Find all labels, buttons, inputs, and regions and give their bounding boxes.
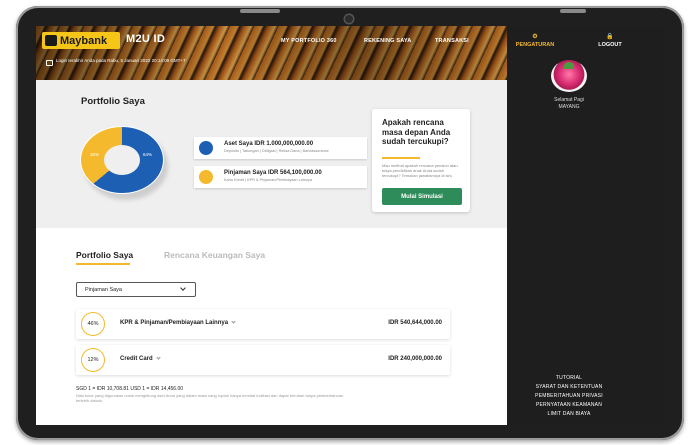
donut-hole bbox=[104, 145, 140, 175]
lock-icon: 🔒 bbox=[606, 34, 614, 40]
tiger-logo-icon bbox=[45, 35, 57, 46]
chevron-down-icon[interactable] bbox=[231, 319, 236, 324]
simulation-promo-card: Apakah rencana masa depan Anda sudah ter… bbox=[372, 109, 470, 212]
filter-selected-value: Pinjaman Saya bbox=[85, 287, 122, 293]
settings-label: PENGATURAN bbox=[515, 42, 555, 48]
link-terms[interactable]: SYARAT DAN KETENTUAN bbox=[507, 384, 631, 390]
header-banner: Maybank M2U ID MY PORTFOLIO 360 REKENING… bbox=[36, 26, 507, 80]
chevron-down-icon bbox=[180, 285, 186, 291]
list-item[interactable]: 12% Credit Card IDR 240,000,000.00 bbox=[76, 345, 450, 375]
app-name: M2U ID bbox=[126, 33, 166, 45]
loans-summary-card[interactable]: Pinjaman Saya IDR 564,100,000.00 Kartu K… bbox=[194, 166, 367, 188]
tab-financial-plan[interactable]: Rencana Keuangan Saya bbox=[164, 250, 265, 260]
exchange-disclaimer: Nilai tukar yang digunakan untuk menghit… bbox=[76, 393, 344, 403]
loan-name: KPR & Pinjaman/Pembiayaan Lainnya bbox=[120, 319, 236, 326]
nav-accounts[interactable]: REKENING SAYA bbox=[364, 38, 411, 44]
portfolio-donut-chart: 64% 36% bbox=[80, 126, 168, 200]
tablet-button bbox=[560, 9, 586, 13]
loans-subtitle: Kartu Kredit | KPR & Pinjaman/Pembiayaan… bbox=[224, 178, 312, 182]
loan-amount: IDR 240,000,000.00 bbox=[388, 356, 442, 362]
calendar-icon bbox=[46, 60, 53, 66]
nav-transactions[interactable]: TRANSAKSI bbox=[435, 38, 469, 44]
promo-title: Apakah rencana masa depan Anda sudah ter… bbox=[382, 118, 451, 146]
link-tutorial[interactable]: TUTORIAL bbox=[507, 375, 631, 381]
maybank-logo[interactable]: Maybank bbox=[42, 32, 120, 49]
nav-my-portfolio[interactable]: MY PORTFOLIO 360 bbox=[281, 38, 337, 44]
percent-badge: 12% bbox=[81, 348, 105, 372]
brand-name: Maybank bbox=[60, 34, 108, 47]
tablet-button bbox=[240, 9, 280, 13]
chevron-down-icon[interactable] bbox=[156, 355, 161, 360]
page-title: Portfolio Saya bbox=[81, 96, 145, 107]
assets-subtitle: Deposito | Tabungan | Obligasi | Reksa D… bbox=[224, 149, 329, 153]
loan-percent-label: 36% bbox=[90, 152, 100, 157]
portfolio-summary: Portfolio Saya 64% 36% Aset Saya IDR 1.0… bbox=[36, 80, 507, 228]
exchange-rates: SGD 1 = IDR 10,708.81 USD 1 = IDR 14,456… bbox=[76, 386, 184, 392]
logout-label: LOGOUT bbox=[598, 42, 622, 48]
main-content: Maybank M2U ID MY PORTFOLIO 360 REKENING… bbox=[36, 26, 507, 425]
greeting-text: Selamat Pagi bbox=[554, 97, 584, 103]
tab-portfolio[interactable]: Portfolio Saya bbox=[76, 250, 133, 260]
active-tab-indicator bbox=[76, 263, 130, 265]
user-name: MAYANG bbox=[558, 104, 580, 110]
avatar-leaf bbox=[564, 62, 574, 69]
promo-divider bbox=[382, 157, 420, 159]
sidebar: ⚙ PENGATURAN 🔒 LOGOUT Selamat Pagi MAYAN… bbox=[507, 26, 664, 425]
link-limits-fees[interactable]: LIMIT DAN BIAYA bbox=[507, 411, 631, 417]
start-simulation-button[interactable]: Mulai Simulasi bbox=[382, 188, 462, 205]
screen: Maybank M2U ID MY PORTFOLIO 360 REKENING… bbox=[36, 26, 664, 425]
loan-name-text: Credit Card bbox=[120, 356, 153, 362]
assets-summary-card[interactable]: Aset Saya IDR 1.000,000,000.00 Deposito … bbox=[194, 137, 367, 159]
asset-percent-label: 64% bbox=[143, 152, 153, 157]
percent-badge: 46% bbox=[81, 312, 105, 336]
camera-icon bbox=[345, 15, 353, 23]
link-security[interactable]: PERNYATAAN KEAMANAN bbox=[507, 402, 631, 408]
loan-color-dot bbox=[199, 170, 213, 184]
promo-body: Mau melihat apakah rencana pensiun atau … bbox=[382, 163, 458, 178]
link-privacy[interactable]: PEMBERITAHUAN PRIVASI bbox=[507, 393, 631, 399]
assets-title: Aset Saya IDR 1.000,000,000.00 bbox=[224, 141, 314, 147]
list-item[interactable]: 46% KPR & Pinjaman/Pembiayaan Lainnya ID… bbox=[76, 309, 450, 339]
logout-button[interactable]: 🔒 LOGOUT bbox=[585, 34, 635, 48]
loan-name-text: KPR & Pinjaman/Pembiayaan Lainnya bbox=[120, 320, 229, 326]
gear-icon: ⚙ bbox=[532, 34, 538, 40]
portfolio-filter-select[interactable]: Pinjaman Saya bbox=[76, 282, 196, 297]
last-login-info: Login terakhir Anda pada Rabu, 5 Januari… bbox=[56, 58, 186, 63]
loans-title: Pinjaman Saya IDR 564,100,000.00 bbox=[224, 170, 322, 176]
loan-name: Credit Card bbox=[120, 355, 161, 362]
settings-button[interactable]: ⚙ PENGATURAN bbox=[510, 34, 560, 48]
loan-amount: IDR 540,644,000.00 bbox=[388, 320, 442, 326]
avatar[interactable] bbox=[551, 60, 587, 92]
tablet-frame: Maybank M2U ID MY PORTFOLIO 360 REKENING… bbox=[16, 6, 684, 440]
asset-color-dot bbox=[199, 141, 213, 155]
